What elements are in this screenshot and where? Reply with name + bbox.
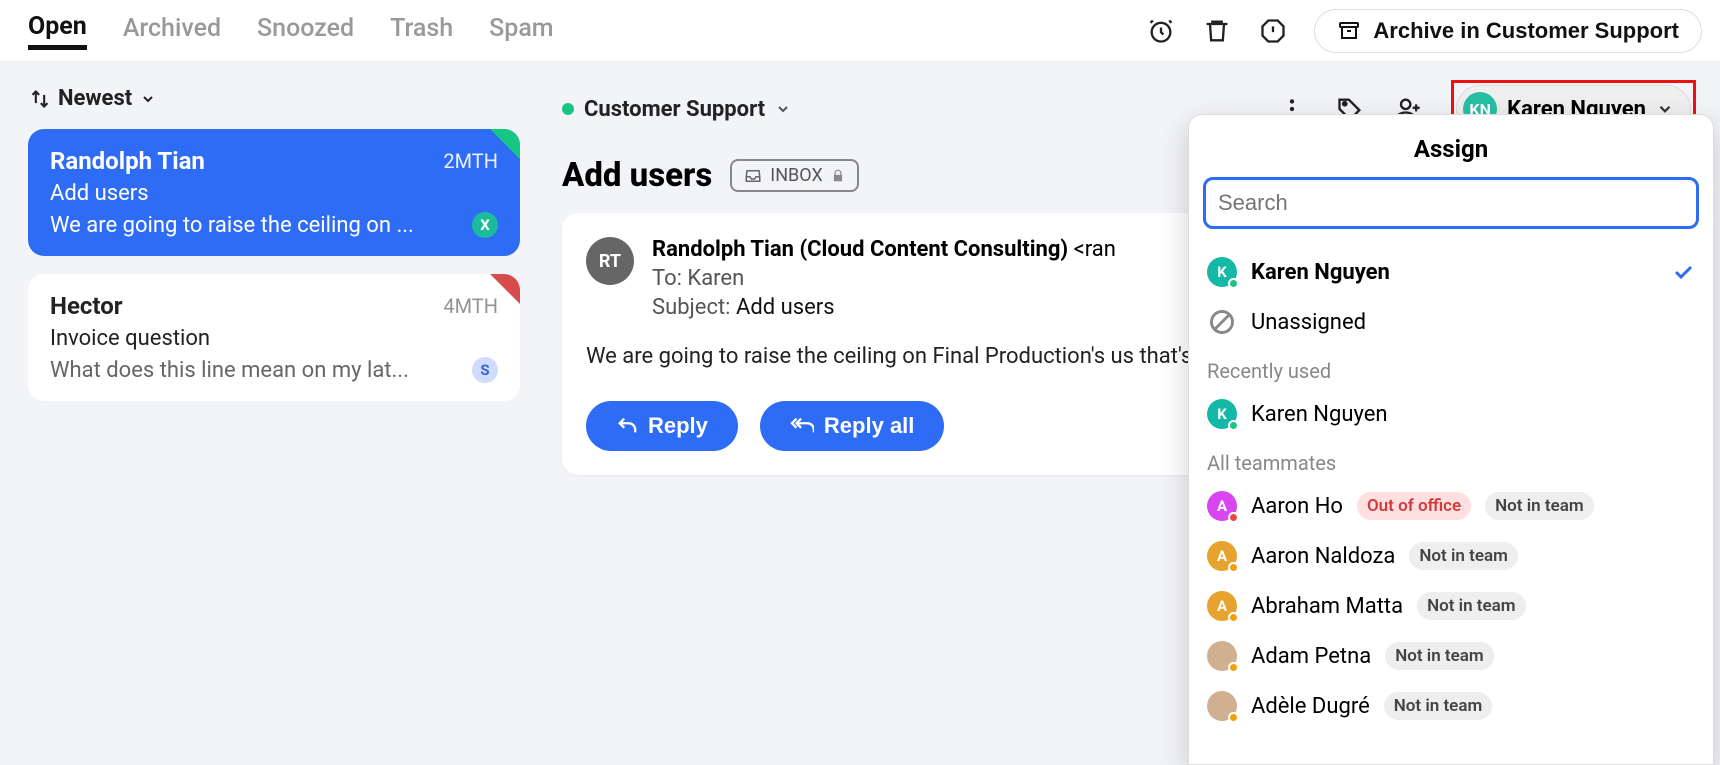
teammate-status-tag: Not in team [1485,492,1593,520]
assign-option-label: Aaron Naldoza [1251,544,1395,569]
conversation-list: Newest Randolph Tian 2MTH Add users We a… [0,62,538,765]
teammate-status-tag: Not in team [1417,592,1525,620]
inbox-badge-label: INBOX [770,165,822,186]
archive-icon [1337,19,1361,43]
assign-option[interactable]: Adam Petna Not in team [1199,631,1703,681]
inbox-tray-icon [744,167,762,185]
reply-arrow-icon [616,415,638,437]
assign-option-label: Karen Nguyen [1251,402,1388,427]
assign-option-label: Unassigned [1251,310,1366,335]
sort-dropdown[interactable]: Newest [28,74,520,129]
spam-icon[interactable] [1258,16,1288,46]
conversation-sender: Randolph Tian [50,147,205,175]
assign-option[interactable]: A Abraham Matta Not in team [1199,581,1703,631]
trash-icon[interactable] [1202,16,1232,46]
check-icon [1671,260,1695,284]
avatar-icon [1207,641,1237,671]
conversation-subject: Invoice question [50,326,498,351]
conversation-channel-badge: X [472,212,498,238]
tab-open[interactable]: Open [28,12,87,50]
reply-all-label: Reply all [824,413,914,439]
assign-option-label: Adèle Dugré [1251,694,1370,719]
sort-label: Newest [58,86,132,111]
top-actions: Archive in Customer Support [1146,9,1702,53]
sort-arrows-icon [30,89,50,109]
assign-section-recent: Recently used [1199,347,1703,389]
assign-search-input[interactable] [1203,177,1699,229]
message-to: To: Karen [652,266,1116,291]
inbox-badge: INBOX [730,159,858,192]
inbox-selector[interactable]: Customer Support [562,97,791,122]
top-tab-bar: Open Archived Snoozed Trash Spam Archive… [0,0,1720,62]
teammate-status-tag: Not in team [1384,692,1492,720]
conversation-item[interactable]: Randolph Tian 2MTH Add users We are goin… [28,129,520,256]
assign-popover: Assign K Karen Nguyen Unassigned [1188,114,1714,765]
assign-option[interactable]: A Aaron Ho Out of office Not in team [1199,481,1703,531]
conversation-preview: What does this line mean on my lat... [50,358,409,383]
avatar-icon: A [1207,541,1237,571]
teammate-status-tag: Out of office [1357,492,1471,520]
page-title: Add users [562,156,712,195]
folder-tabs: Open Archived Snoozed Trash Spam [28,12,554,50]
assign-option[interactable]: A Aaron Naldoza Not in team [1199,531,1703,581]
tab-snoozed[interactable]: Snoozed [257,14,354,47]
avatar-icon: K [1207,257,1237,287]
reply-all-arrow-icon [790,415,814,437]
conversation-age: 2MTH [443,149,498,173]
archive-button-label: Archive in Customer Support [1373,18,1679,44]
assign-option[interactable]: K Karen Nguyen [1199,389,1703,439]
message-from: Randolph Tian (Cloud Content Consulting)… [652,237,1116,262]
assign-title: Assign [1189,115,1713,177]
conversation-subject: Add users [50,181,498,206]
snooze-icon[interactable] [1146,16,1176,46]
avatar-icon [1207,691,1237,721]
conversation-preview: We are going to raise the ceiling on ... [50,213,414,238]
teammate-status-tag: Not in team [1385,642,1493,670]
lock-icon [831,169,845,183]
avatar-icon: A [1207,591,1237,621]
chevron-down-icon [775,101,791,117]
inbox-name: Customer Support [584,97,765,122]
assign-option[interactable]: Adèle Dugré Not in team [1199,681,1703,731]
assign-option-label: Aaron Ho [1251,494,1343,519]
assign-section-all: All teammates [1199,439,1703,481]
conversation-item[interactable]: Hector 4MTH Invoice question What does t… [28,274,520,401]
conversation-sender: Hector [50,292,123,320]
archive-in-inbox-button[interactable]: Archive in Customer Support [1314,9,1702,53]
assign-option-label: Abraham Matta [1251,594,1403,619]
assign-option-unassigned[interactable]: Unassigned [1199,297,1703,347]
conversation-channel-badge: S [472,357,498,383]
reply-button[interactable]: Reply [586,401,738,451]
status-dot-icon [562,103,574,115]
chevron-down-icon [140,91,156,107]
assign-option-label: Adam Petna [1251,644,1371,669]
reply-all-button[interactable]: Reply all [760,401,944,451]
reading-pane: Customer Support KN Karen Nguyen [538,62,1720,765]
unassigned-icon [1207,307,1237,337]
sender-avatar: RT [586,237,634,285]
message-subject-line: Subject: Add users [652,295,1116,320]
tab-archived[interactable]: Archived [123,14,221,47]
conversation-age: 4MTH [443,294,498,318]
teammate-status-tag: Not in team [1409,542,1517,570]
tab-spam[interactable]: Spam [489,14,553,47]
reply-label: Reply [648,413,708,439]
assign-option-label: Karen Nguyen [1251,260,1390,285]
avatar-icon: A [1207,491,1237,521]
assign-option-selected[interactable]: K Karen Nguyen [1199,247,1703,297]
tab-trash[interactable]: Trash [390,14,453,47]
avatar-icon: K [1207,399,1237,429]
